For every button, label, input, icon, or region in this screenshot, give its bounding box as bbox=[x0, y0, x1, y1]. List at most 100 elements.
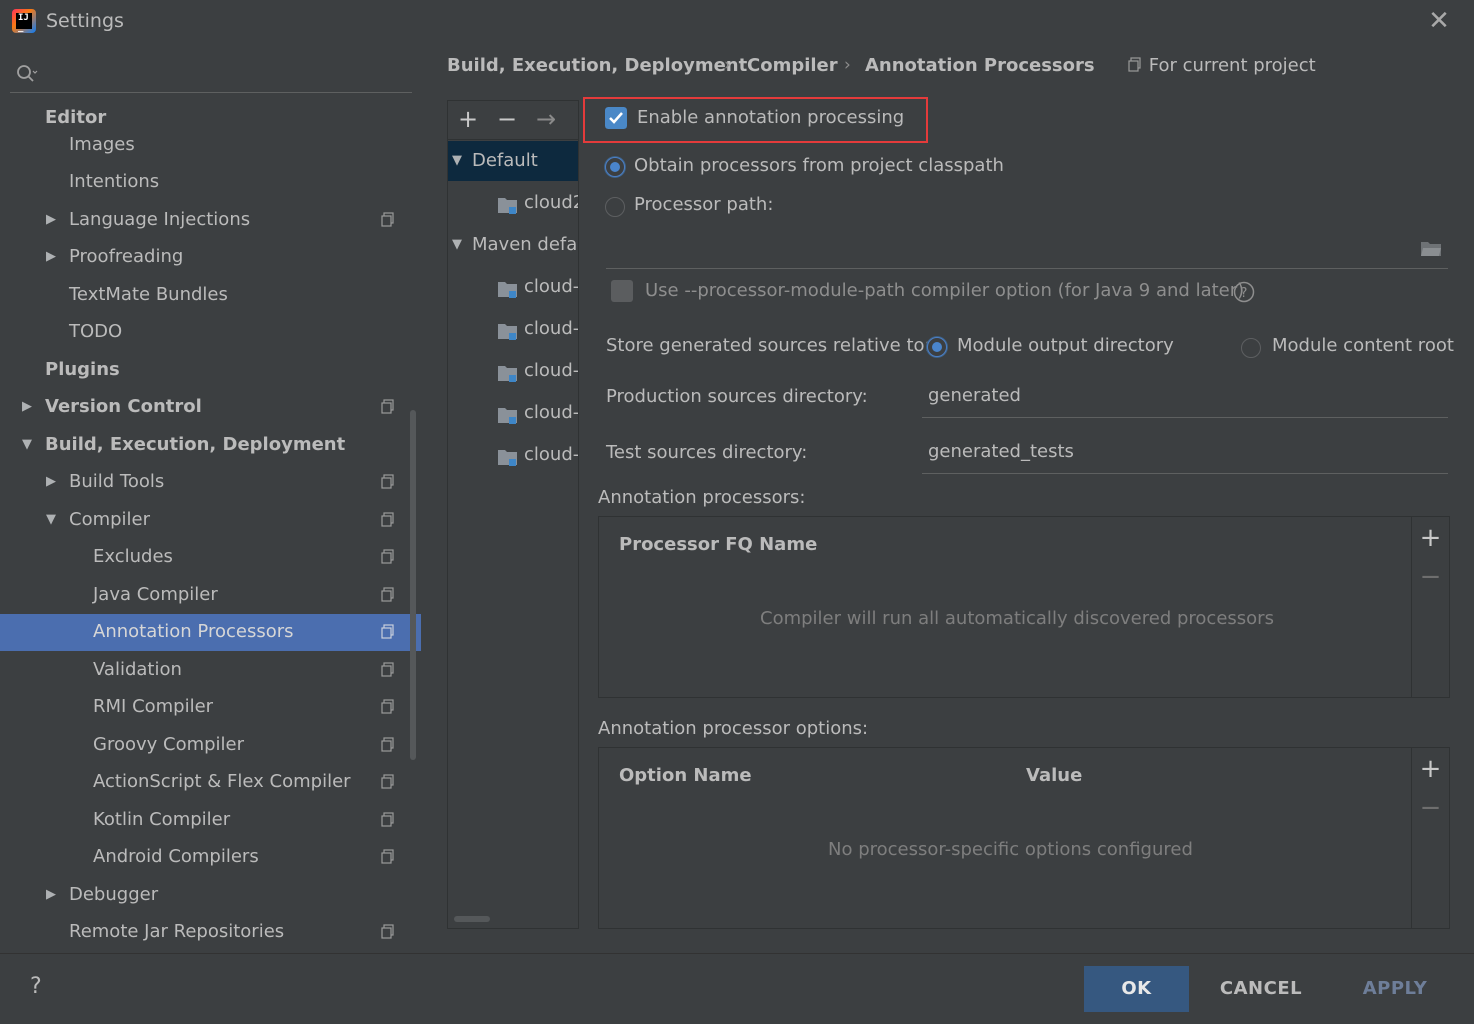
help-icon[interactable]: ? bbox=[1233, 281, 1255, 303]
sidebar-item-intentions[interactable]: Intentions bbox=[69, 164, 159, 200]
scope-text: For current project bbox=[1148, 55, 1316, 76]
module-folder-icon bbox=[498, 324, 517, 340]
module-content-root-radio[interactable] bbox=[1241, 338, 1261, 358]
project-scope-icon bbox=[381, 737, 394, 752]
profile-module-item[interactable]: cloud2 bbox=[524, 183, 578, 223]
profile-default-row[interactable]: ▼ Default bbox=[448, 141, 578, 181]
remove-processor-button[interactable]: − bbox=[1412, 560, 1449, 594]
help-button[interactable]: ? bbox=[30, 974, 42, 999]
sidebar-item-images[interactable]: Images bbox=[69, 127, 135, 163]
processors-table-toolbar: + − bbox=[1411, 517, 1449, 697]
sidebar-item-textmate-bundles[interactable]: TextMate Bundles bbox=[69, 277, 228, 313]
sidebar-item-java-compiler[interactable]: Java Compiler bbox=[93, 577, 218, 613]
expand-arrow-icon[interactable]: ▶ bbox=[46, 212, 56, 227]
sidebar-item-actionscript-flex-compiler[interactable]: ActionScript & Flex Compiler bbox=[93, 764, 351, 800]
ok-button[interactable]: OK bbox=[1084, 966, 1189, 1012]
collapse-arrow-icon[interactable]: ▼ bbox=[452, 237, 462, 252]
breadcrumb-compiler[interactable]: Compiler bbox=[747, 55, 838, 76]
obtain-from-classpath-label: Obtain processors from project classpath bbox=[634, 155, 1004, 176]
sidebar-item-todo[interactable]: TODO bbox=[69, 314, 122, 350]
profile-module-item[interactable]: cloud- bbox=[524, 435, 578, 475]
sidebar-item-plugins[interactable]: Plugins bbox=[45, 352, 120, 388]
project-scope-icon bbox=[381, 812, 394, 827]
title-bar: IJ _ Settings ✕ bbox=[0, 0, 1474, 44]
profiles-scrollbar[interactable] bbox=[454, 916, 490, 922]
folder-browse-icon[interactable] bbox=[1420, 240, 1442, 258]
value-header[interactable]: Value bbox=[1026, 765, 1082, 786]
profile-module-item[interactable]: cloud- bbox=[524, 351, 578, 391]
module-folder-icon bbox=[498, 450, 517, 466]
module-output-directory-label: Module output directory bbox=[957, 335, 1174, 356]
profile-maven-default[interactable]: Maven default bbox=[472, 225, 578, 265]
production-dir-input[interactable]: generated bbox=[922, 381, 1448, 418]
sidebar-item-version-control[interactable]: Version Control bbox=[45, 389, 202, 425]
breadcrumb-build-execution-deployment[interactable]: Build, Execution, Deployment bbox=[447, 55, 747, 76]
cancel-button[interactable]: CANCEL bbox=[1208, 966, 1314, 1012]
processor-path-label: Processor path: bbox=[634, 194, 774, 215]
profile-default-label: Default bbox=[472, 150, 538, 171]
add-profile-button[interactable]: + bbox=[454, 105, 482, 133]
test-dir-value: generated_tests bbox=[928, 441, 1074, 462]
test-dir-input[interactable]: generated_tests bbox=[922, 437, 1448, 474]
profile-module-item[interactable]: cloud- bbox=[524, 309, 578, 349]
processors-empty-text: Compiler will run all automatically disc… bbox=[760, 608, 1274, 629]
processor-path-field[interactable] bbox=[606, 232, 1448, 269]
sidebar-item-rmi-compiler[interactable]: RMI Compiler bbox=[93, 689, 213, 725]
expand-arrow-icon[interactable]: ▶ bbox=[46, 887, 56, 902]
processor-module-path-checkbox[interactable] bbox=[611, 280, 633, 302]
apply-button[interactable]: APPLY bbox=[1340, 966, 1450, 1012]
project-scope-icon bbox=[381, 774, 394, 789]
sidebar-item-build-tools[interactable]: Build Tools bbox=[69, 464, 164, 500]
project-scope-icon bbox=[381, 662, 394, 677]
sidebar-item-android-compilers[interactable]: Android Compilers bbox=[93, 839, 259, 875]
add-option-button[interactable]: + bbox=[1412, 752, 1449, 786]
processor-path-radio[interactable] bbox=[605, 197, 625, 217]
module-output-directory-radio[interactable] bbox=[927, 337, 947, 357]
dialog-footer: ? OK CANCEL APPLY bbox=[0, 953, 1474, 1024]
profile-module-item[interactable]: cloud- bbox=[524, 267, 578, 307]
window-title: Settings bbox=[46, 10, 124, 32]
enable-annotation-processing-checkbox[interactable] bbox=[605, 107, 627, 129]
sidebar-item-language-injections[interactable]: Language Injections bbox=[69, 202, 250, 238]
search-input[interactable] bbox=[10, 56, 412, 93]
processor-fq-name-header[interactable]: Processor FQ Name bbox=[619, 534, 817, 555]
module-folder-icon bbox=[498, 366, 517, 382]
collapse-arrow-icon[interactable]: ▼ bbox=[22, 437, 32, 452]
test-dir-label: Test sources directory: bbox=[606, 442, 808, 463]
close-icon[interactable]: ✕ bbox=[1424, 6, 1454, 36]
remove-profile-button[interactable]: − bbox=[493, 105, 521, 133]
annotation-processor-options-title: Annotation processor options: bbox=[598, 718, 869, 739]
sidebar-item-remote-jar-repositories[interactable]: Remote Jar Repositories bbox=[69, 914, 284, 950]
options-empty-text: No processor-specific options configured bbox=[828, 839, 1193, 860]
profile-module-item[interactable]: cloud- bbox=[524, 393, 578, 433]
sidebar-item-annotation-processors[interactable]: Annotation Processors bbox=[93, 614, 294, 650]
collapse-arrow-icon[interactable]: ▼ bbox=[46, 512, 56, 527]
sidebar-item-debugger[interactable]: Debugger bbox=[69, 877, 158, 913]
collapse-arrow-icon[interactable]: ▼ bbox=[452, 153, 462, 168]
project-scope-icon bbox=[381, 212, 394, 227]
obtain-from-classpath-radio[interactable] bbox=[605, 157, 625, 177]
project-scope-icon bbox=[381, 624, 394, 639]
search-icon bbox=[17, 65, 38, 82]
module-folder-icon bbox=[498, 198, 517, 214]
sidebar-item-validation[interactable]: Validation bbox=[93, 652, 182, 688]
sidebar-item-excludes[interactable]: Excludes bbox=[93, 539, 173, 575]
add-processor-button[interactable]: + bbox=[1412, 521, 1449, 555]
options-table-toolbar: + − bbox=[1411, 748, 1449, 928]
annotation-processor-options-table[interactable]: Option Name Value No processor-specific … bbox=[598, 747, 1450, 929]
annotation-processors-table[interactable]: Processor FQ Name Compiler will run all … bbox=[598, 516, 1450, 698]
sidebar-item-build-execution-deployment[interactable]: Build, Execution, Deployment bbox=[45, 427, 345, 463]
sidebar-item-compiler[interactable]: Compiler bbox=[69, 502, 150, 538]
expand-arrow-icon[interactable]: ▶ bbox=[22, 399, 32, 414]
remove-option-button[interactable]: − bbox=[1412, 791, 1449, 825]
expand-arrow-icon[interactable]: ▶ bbox=[46, 474, 56, 489]
move-module-button[interactable]: → bbox=[532, 105, 560, 133]
expand-arrow-icon[interactable]: ▶ bbox=[46, 249, 56, 264]
project-scope-icon bbox=[381, 549, 394, 564]
sidebar-scrollbar[interactable] bbox=[410, 410, 416, 760]
option-name-header[interactable]: Option Name bbox=[619, 765, 752, 786]
sidebar-item-kotlin-compiler[interactable]: Kotlin Compiler bbox=[93, 802, 230, 838]
sidebar-item-groovy-compiler[interactable]: Groovy Compiler bbox=[93, 727, 244, 763]
sidebar-item-proofreading[interactable]: Proofreading bbox=[69, 239, 183, 275]
project-scope-icon bbox=[381, 399, 394, 414]
